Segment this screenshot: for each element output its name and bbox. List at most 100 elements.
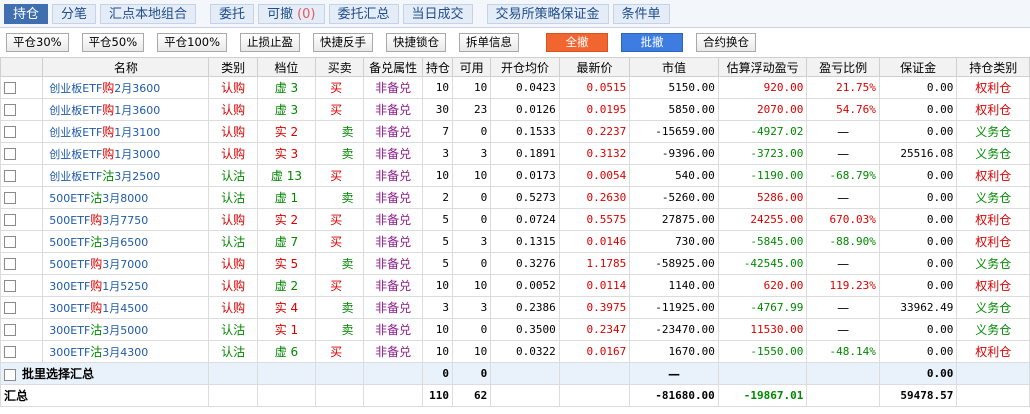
action-button-9[interactable]: 合约换仓 [696, 33, 757, 52]
action-button-3[interactable]: 止损止盈 [240, 33, 301, 52]
row-checkbox[interactable] [4, 170, 16, 182]
row-checkbox[interactable] [4, 82, 16, 94]
total-floating-pnl: -19867.01 [717, 384, 808, 407]
holding-qty: 2 [421, 186, 454, 209]
row-checkbox[interactable] [4, 280, 16, 292]
holding-qty: 5 [421, 208, 454, 231]
contract-name-part: 沽 [90, 235, 103, 249]
position-type: 权利仓 [956, 230, 1030, 253]
open-avg-price: 0.3500 [490, 318, 560, 341]
available-qty: 0 [452, 208, 492, 231]
table-row[interactable]: 500ETF购3月7000 认购实 5 卖非备兑 5 0 0.3276 1.1785 -589… [0, 252, 1030, 275]
margin: 25516.08 [878, 142, 958, 165]
tab-2[interactable]: 汇点本地组合 [100, 3, 197, 24]
empty-cell [490, 362, 560, 385]
table-row[interactable]: 500ETF沽3月6500 认沽虚 7 买非备兑 5 3 0.1315 0.0146 730.… [0, 230, 1030, 253]
action-button-7[interactable]: 全撤 [546, 33, 609, 52]
column-header[interactable]: 最新价 [558, 57, 631, 77]
table-row[interactable]: 300ETF沽3月5000 认沽实 1 卖非备兑 10 0 0.3500 0.2347 -23… [0, 318, 1030, 341]
empty-cell [558, 384, 631, 407]
table-row[interactable]: 创业板ETF沽3月2500 认沽虚 13 买非备兑 10 10 0.0173 0.0054 5… [0, 164, 1030, 187]
tab-3[interactable]: 委托 [210, 3, 255, 24]
action-toolbar: 平仓30% 平仓50% 平仓100% 止损止盈 快捷反手 快捷锁仓 拆单信息 全撤 批撤 合约换仓 [0, 28, 1030, 57]
option-type: 认购 [208, 274, 258, 297]
row-checkbox[interactable] [4, 236, 16, 248]
option-type: 认沽 [208, 186, 258, 209]
table-row[interactable]: 500ETF沽3月8000 认沽虚 1 卖非备兑 2 0 0.5273 0.2630 -526… [0, 186, 1030, 209]
option-type: 认购 [208, 120, 258, 143]
column-header[interactable]: 盈亏比例 [806, 57, 880, 77]
column-header[interactable]: 估算浮动盈亏 [717, 57, 808, 77]
column-header[interactable]: 保证金 [878, 57, 958, 77]
tab-6[interactable]: 当日成交 [402, 3, 473, 24]
column-header[interactable]: 市值 [629, 57, 719, 77]
row-checkbox[interactable] [4, 324, 16, 336]
last-price: 1.1785 [558, 252, 631, 275]
row-checkbox[interactable] [4, 104, 16, 116]
last-price: 0.3975 [558, 296, 631, 319]
row-checkbox[interactable] [4, 126, 16, 138]
column-header[interactable]: 名称 [42, 57, 210, 77]
action-button-0[interactable]: 平仓30% [6, 33, 69, 52]
contract-name-part: 沽 [90, 191, 103, 205]
empty-cell [315, 384, 365, 407]
action-button-8[interactable]: 批撤 [621, 33, 684, 52]
floating-pnl: 2070.00 [717, 98, 808, 121]
row-checkbox[interactable] [4, 302, 16, 314]
market-value: 1140.00 [629, 274, 719, 297]
row-checkbox[interactable] [4, 346, 16, 358]
action-button-1[interactable]: 平仓50% [81, 33, 145, 52]
action-button-5[interactable]: 快捷锁仓 [386, 33, 447, 52]
row-checkbox[interactable] [4, 258, 16, 270]
tab-0[interactable]: 持仓 [4, 3, 49, 24]
table-row[interactable]: 创业板ETF购2月3600 认购虚 3 买非备兑 10 10 0.0423 0.0515 51… [0, 76, 1030, 99]
position-type: 权利仓 [956, 98, 1030, 121]
column-header[interactable]: 可用 [452, 57, 492, 77]
moneyness-level: 实 2 [256, 208, 317, 231]
column-header[interactable]: 持仓 [421, 57, 454, 77]
contract-name-part: 3月8000 [102, 192, 149, 205]
batch-margin-total: 0.00 [878, 362, 958, 385]
batch-select-checkbox[interactable] [4, 368, 16, 381]
table-row[interactable]: 创业板ETF购1月3000 认购实 3 卖非备兑 3 3 0.1891 0.3132 -939… [0, 142, 1030, 165]
column-header[interactable]: 持仓类别 [956, 57, 1030, 77]
column-header[interactable] [0, 57, 44, 77]
table-row[interactable]: 500ETF购3月7750 认购实 2 买非备兑 5 0 0.0724 0.5575 2787… [0, 208, 1030, 231]
floating-pnl: -1550.00 [717, 340, 808, 363]
column-header[interactable]: 备兑属性 [363, 57, 423, 77]
contract-name: 300ETF购1月5250 [42, 274, 210, 297]
row-select-cell [0, 76, 44, 99]
column-header[interactable]: 类别 [208, 57, 258, 77]
row-checkbox[interactable] [4, 148, 16, 160]
empty-cell [315, 362, 365, 385]
batch-market-value: — [629, 362, 719, 385]
empty-cell [208, 384, 258, 407]
table-row[interactable]: 300ETF购1月4500 认购实 4 卖非备兑 3 3 0.2386 0.3975 -119… [0, 296, 1030, 319]
table-row[interactable]: 创业板ETF购1月3600 认购虚 3 买非备兑 30 23 0.0126 0.0195 58… [0, 98, 1030, 121]
holding-qty: 10 [421, 164, 454, 187]
table-row[interactable]: 300ETF购1月5250 认购虚 2 买非备兑 10 10 0.0052 0.0114 11… [0, 274, 1030, 297]
table-row[interactable]: 300ETF沽3月4300 认沽虚 6 买非备兑 10 10 0.0322 0.0167 16… [0, 340, 1030, 363]
row-checkbox[interactable] [4, 192, 16, 204]
contract-name-part: 300ETF [49, 346, 91, 359]
table-row[interactable]: 创业板ETF购1月3100 认购实 2 卖非备兑 7 0 0.1533 0.2237 -156… [0, 120, 1030, 143]
tab-4[interactable]: 可撤 (0) [258, 3, 325, 24]
column-header[interactable]: 买卖 [315, 57, 365, 77]
tab-5[interactable]: 委托汇总 [328, 3, 399, 24]
tab-7[interactable]: 交易所策略保证金 [486, 3, 609, 24]
action-button-2[interactable]: 平仓100% [157, 33, 228, 52]
action-button-4[interactable]: 快捷反手 [313, 33, 374, 52]
margin: 0.00 [878, 252, 958, 275]
position-type: 义务仓 [956, 252, 1030, 275]
column-header[interactable]: 档位 [256, 57, 317, 77]
action-button-6[interactable]: 拆单信息 [459, 33, 520, 52]
tab-label: 汇点本地组合 [109, 6, 188, 22]
column-header[interactable]: 开仓均价 [490, 57, 560, 77]
row-select-cell [0, 252, 44, 275]
option-type: 认购 [208, 142, 258, 165]
row-select-cell [0, 230, 44, 253]
tab-8[interactable]: 条件单 [612, 3, 670, 24]
tab-1[interactable]: 分笔 [52, 3, 97, 24]
tab-label: 交易所策略保证金 [495, 6, 600, 22]
row-checkbox[interactable] [4, 214, 16, 226]
